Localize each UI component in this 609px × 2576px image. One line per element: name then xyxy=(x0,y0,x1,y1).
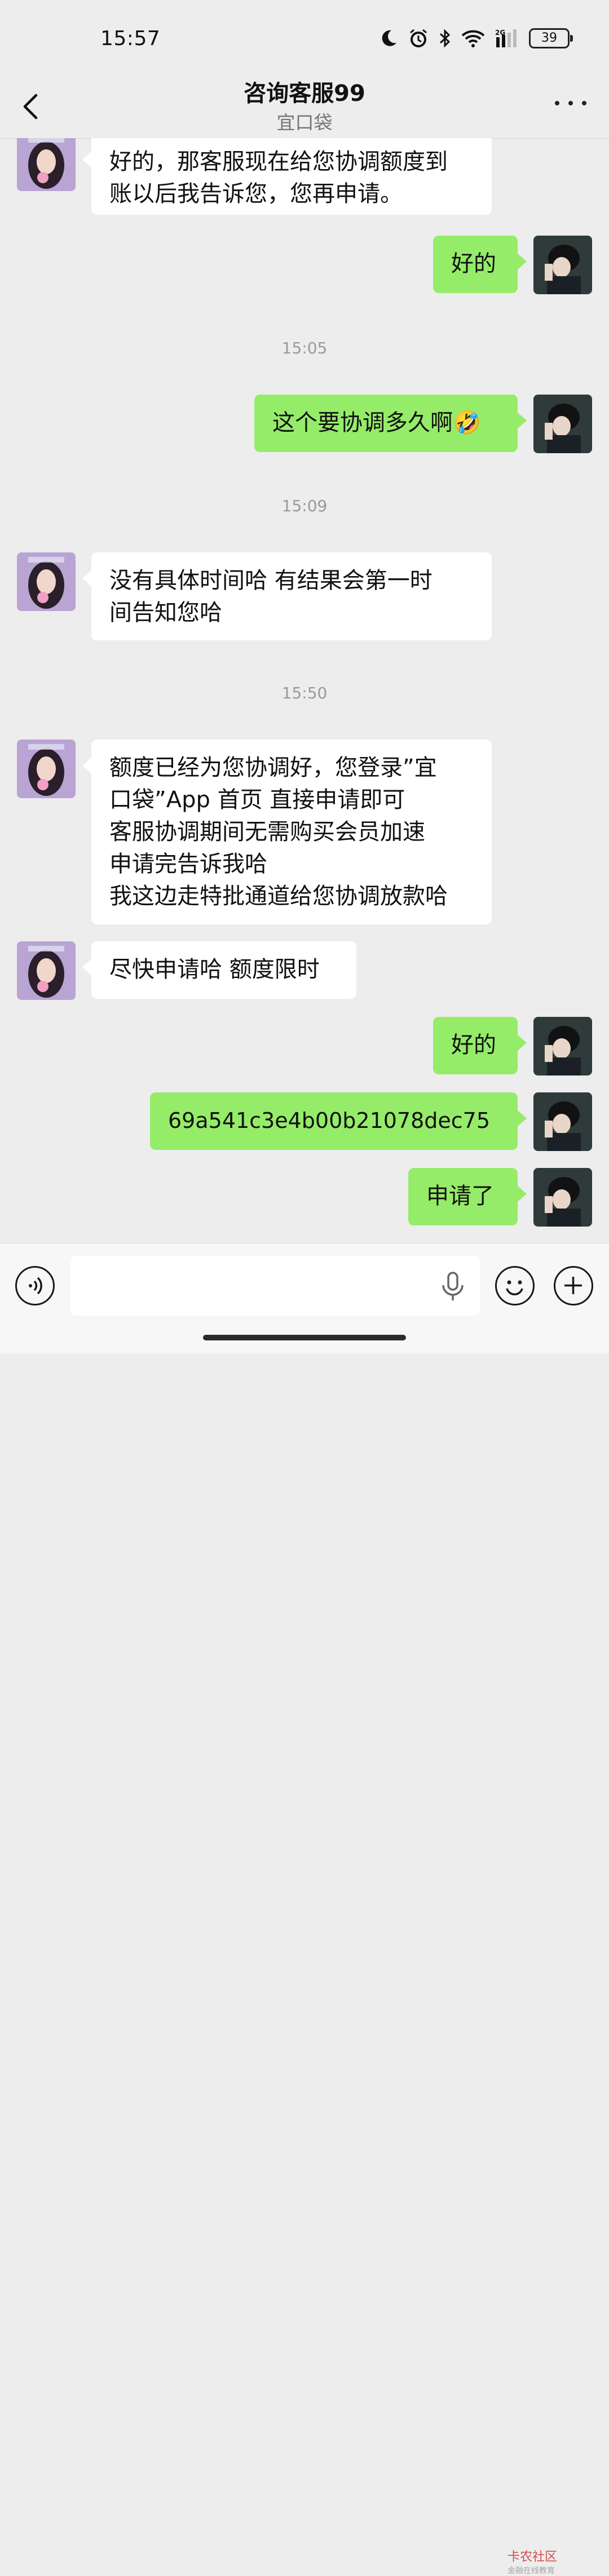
chat-title: 咨询客服99 xyxy=(244,81,365,107)
watermark-name: 卡农社区 xyxy=(508,2550,558,2564)
home-indicator[interactable] xyxy=(203,1335,406,1340)
agent-avatar-image xyxy=(17,138,76,191)
outgoing-message-bubble[interactable]: 好的 xyxy=(433,1017,527,1074)
status-icons: 2G 39 xyxy=(379,28,573,48)
emoji-button[interactable] xyxy=(495,1266,535,1305)
outgoing-message-bubble[interactable]: 好的 xyxy=(433,236,527,293)
plus-button[interactable] xyxy=(554,1266,593,1305)
moon-icon xyxy=(382,30,396,46)
voice-toggle-button[interactable] xyxy=(15,1266,55,1305)
wifi-icon xyxy=(461,30,485,47)
alarm-icon xyxy=(410,29,427,47)
more-dot xyxy=(568,101,573,105)
agent-avatar[interactable] xyxy=(17,552,76,611)
more-dot xyxy=(555,101,559,105)
incoming-message-bubble[interactable]: 没有具体时间哈 有结果会第一时 间告知您哈 xyxy=(82,552,492,640)
user-avatar[interactable] xyxy=(533,1017,592,1075)
emoji-icon xyxy=(506,1280,523,1296)
user-avatar[interactable] xyxy=(533,1168,592,1227)
more-dot xyxy=(582,101,586,105)
incoming-message-bubble[interactable]: 尽快申请哈 额度限时 xyxy=(82,941,356,999)
agent-avatar[interactable] xyxy=(17,138,76,191)
voice-toggle-icon xyxy=(29,1277,42,1295)
agent-avatar-image xyxy=(17,552,76,611)
microphone-icon xyxy=(442,1272,464,1300)
microphone-button[interactable] xyxy=(439,1269,467,1305)
user-avatar[interactable] xyxy=(533,1092,592,1151)
agent-avatar-image xyxy=(17,941,76,1000)
user-avatar-image xyxy=(533,1168,592,1227)
user-avatar-image xyxy=(533,1017,592,1075)
status-time: 15:57 xyxy=(100,27,161,50)
user-avatar-image xyxy=(533,395,592,453)
user-avatar-image xyxy=(533,1092,592,1151)
user-avatar-image xyxy=(533,236,592,294)
timestamp: 15:05 xyxy=(281,339,328,357)
message-input[interactable] xyxy=(70,1256,480,1316)
plus-icon xyxy=(564,1277,582,1294)
incoming-message-bubble[interactable]: 好的，那客服现在给您协调额度到 账以后我告诉您，您再申请。 xyxy=(82,138,492,215)
outgoing-message-bubble[interactable]: 申请了 xyxy=(408,1168,527,1225)
timestamp: 15:50 xyxy=(281,684,328,702)
more-button[interactable] xyxy=(555,92,586,114)
message-list[interactable]: 好的，那客服现在给您协调额度到 账以后我告诉您，您再申请。 好的 15:05 这… xyxy=(0,138,609,1243)
agent-avatar-image xyxy=(17,740,76,798)
watermark-tagline: 金融在线教育 xyxy=(508,2566,555,2575)
signal-icon: 2G xyxy=(495,29,517,47)
agent-avatar[interactable] xyxy=(17,740,76,798)
user-avatar[interactable] xyxy=(533,395,592,453)
timestamp: 15:09 xyxy=(281,497,328,515)
status-bar: 15:57 2G 39 xyxy=(0,0,609,79)
bluetooth-icon xyxy=(439,29,451,48)
battery-indicator: 39 xyxy=(529,28,573,48)
watermark: 卡农社区 金融在线教育 xyxy=(508,2547,557,2576)
user-avatar[interactable] xyxy=(533,236,592,294)
incoming-message-bubble[interactable]: 额度已经为您协调好，您登录”宜 口袋”App 首页 直接申请即可 客服协调期间无… xyxy=(82,740,492,924)
outgoing-message-bubble[interactable]: 69a541c3e4b00b21078dec75 xyxy=(150,1092,527,1150)
chat-subtitle: 宜口袋 xyxy=(276,112,333,134)
outgoing-message-bubble[interactable]: 这个要协调多久啊🤣 xyxy=(254,395,527,452)
chat-header: 咨询客服99 宜口袋 xyxy=(0,70,609,139)
agent-avatar[interactable] xyxy=(17,941,76,1000)
